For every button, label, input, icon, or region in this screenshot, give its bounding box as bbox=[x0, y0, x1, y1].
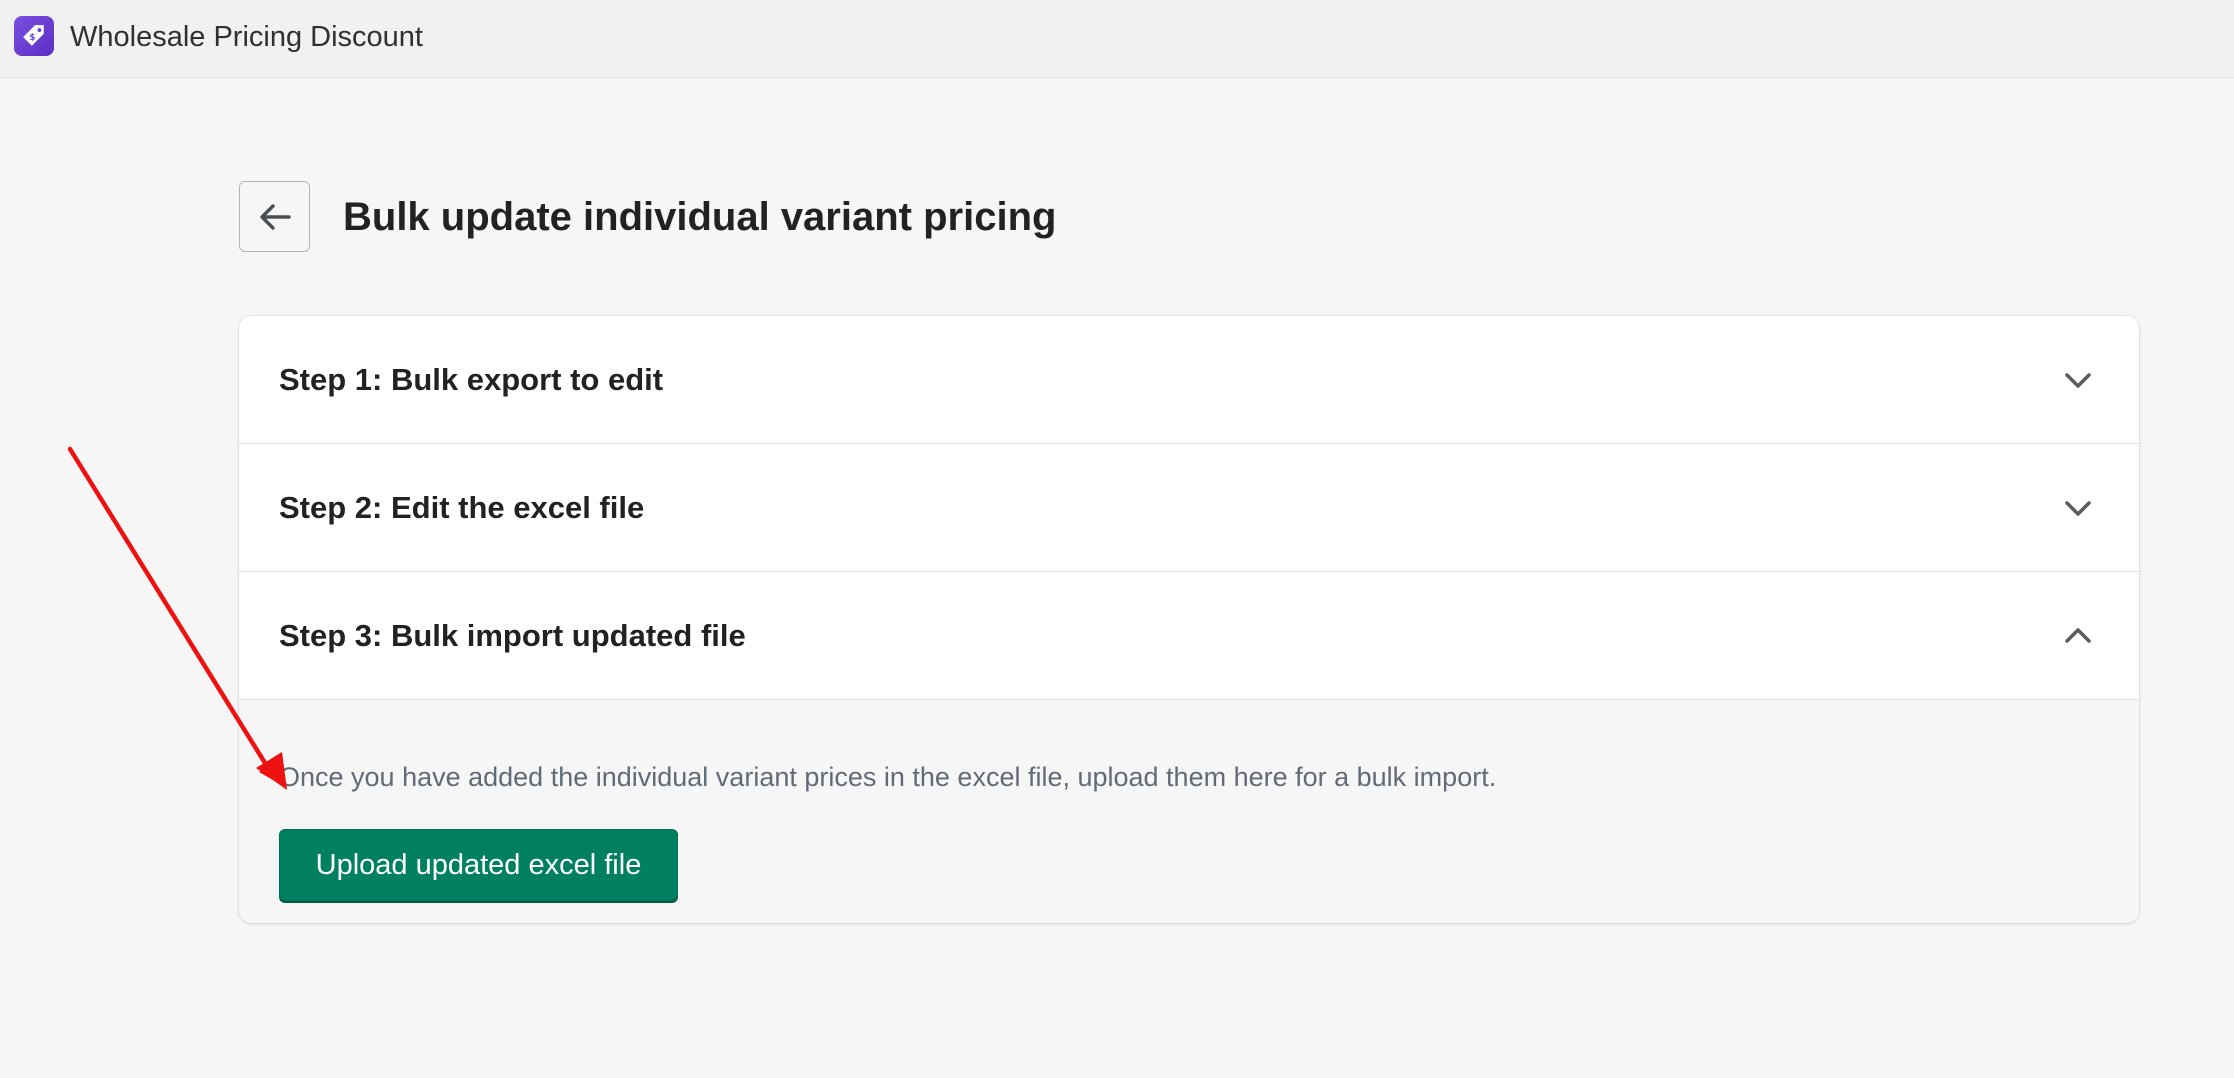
upload-excel-button[interactable]: Upload updated excel file bbox=[279, 829, 678, 901]
step-3-panel: Once you have added the individual varia… bbox=[239, 700, 2139, 923]
top-bar: $ Wholesale Pricing Discount bbox=[0, 0, 2234, 78]
steps-accordion: Step 1: Bulk export to edit Step 2: Edit… bbox=[239, 316, 2139, 923]
chevron-down-icon bbox=[2065, 373, 2091, 388]
step-2-header[interactable]: Step 2: Edit the excel file bbox=[239, 444, 2139, 572]
step-2-label: Step 2: Edit the excel file bbox=[279, 490, 645, 525]
chevron-down-icon bbox=[2065, 501, 2091, 516]
back-button[interactable] bbox=[239, 181, 310, 252]
page-title: Bulk update individual variant pricing bbox=[343, 195, 1057, 239]
step-3-header[interactable]: Step 3: Bulk import updated file bbox=[239, 572, 2139, 700]
chevron-up-icon bbox=[2065, 628, 2091, 643]
price-tag-icon: $ bbox=[14, 16, 54, 56]
step-3-description: Once you have added the individual varia… bbox=[279, 762, 1497, 792]
step-1-header[interactable]: Step 1: Bulk export to edit bbox=[239, 316, 2139, 444]
svg-text:$: $ bbox=[29, 33, 35, 43]
step-1-label: Step 1: Bulk export to edit bbox=[279, 362, 664, 397]
arrow-left-icon bbox=[259, 203, 291, 230]
app-title: Wholesale Pricing Discount bbox=[70, 21, 423, 53]
step-3-label: Step 3: Bulk import updated file bbox=[279, 618, 746, 653]
